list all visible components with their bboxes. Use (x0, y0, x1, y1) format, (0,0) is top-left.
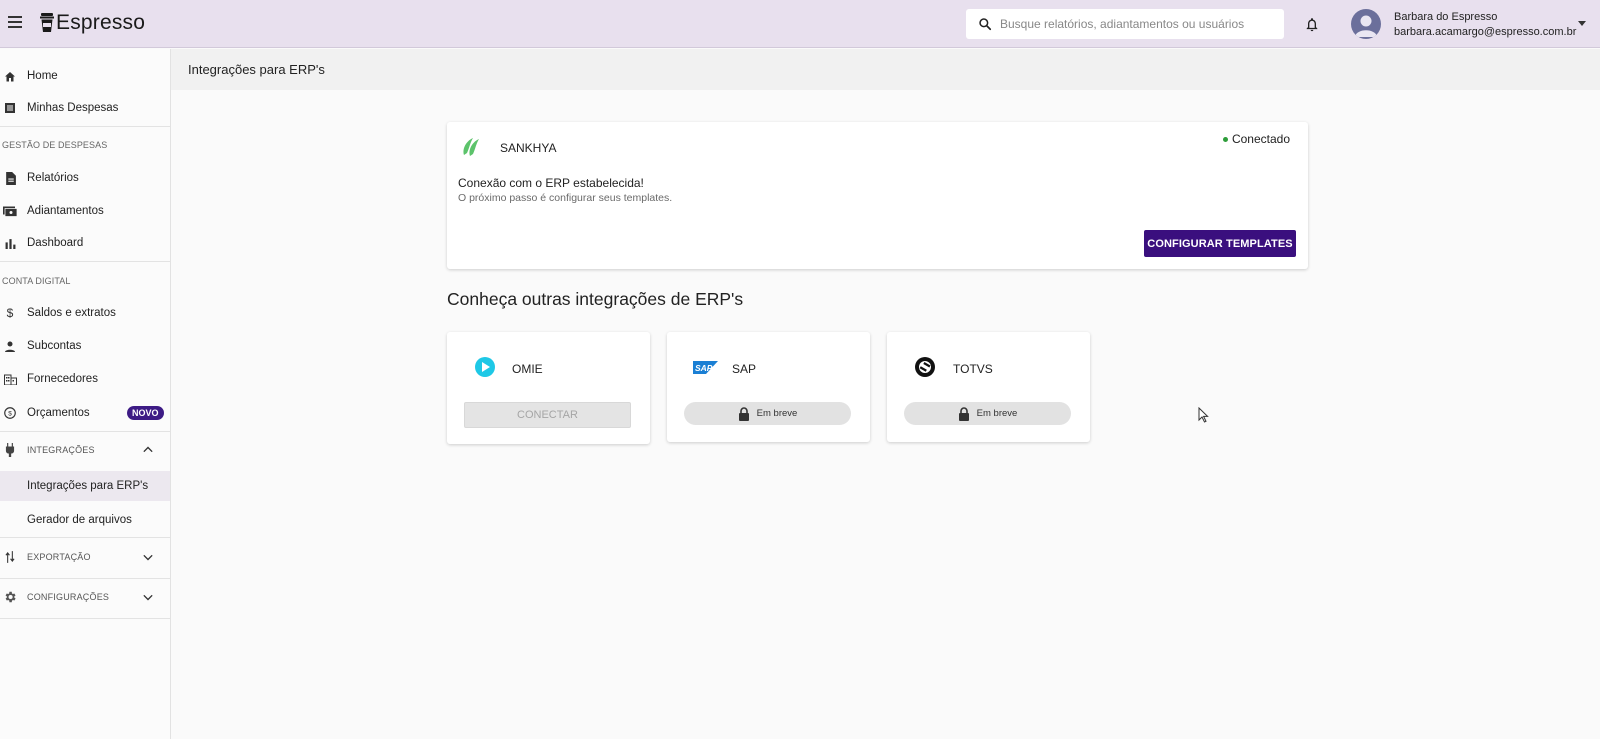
connection-message: Conexão com o ERP estabelecida! (458, 176, 644, 190)
new-badge: NOVO (127, 406, 164, 420)
erp-name: TOTVS (953, 362, 993, 376)
chevron-down-icon (143, 594, 153, 601)
divider (0, 126, 170, 127)
divider (0, 618, 170, 619)
search-bar[interactable] (966, 9, 1284, 39)
sidebar-item-home[interactable]: Home (0, 61, 170, 91)
sidebar-item-label: Minhas Despesas (27, 102, 119, 114)
page-title: Integrações para ERP's (188, 62, 325, 77)
status-text: Conectado (1231, 132, 1290, 146)
top-bar: Espresso Barbara do Espresso barbara.aca… (0, 0, 1600, 48)
gear-icon (3, 590, 17, 604)
status-dot-icon (1222, 136, 1228, 142)
user-info[interactable]: Barbara do Espresso barbara.acamargo@esp… (1394, 10, 1576, 40)
cash-icon (3, 204, 17, 218)
app-logo[interactable]: Espresso (40, 11, 145, 35)
omie-logo-icon (475, 357, 495, 377)
erp-name: SANKHYA (500, 141, 557, 155)
connection-status: Conectado (1222, 132, 1290, 146)
sidebar-item-dashboard[interactable]: Dashboard (0, 228, 170, 258)
sidebar: Home Minhas Despesas GESTÃO DE DESPESAS … (0, 49, 171, 739)
sidebar-item-orcamentos[interactable]: $ Orçamentos NOVO (0, 398, 170, 428)
page-header: Integrações para ERP's (171, 49, 1600, 90)
dollar-icon: $ (6, 306, 14, 320)
connect-button[interactable]: CONECTAR (464, 402, 631, 428)
coming-soon-button[interactable]: Em breve (904, 402, 1071, 425)
menu-icon[interactable] (8, 16, 22, 28)
swap-vertical-icon (3, 550, 17, 564)
configure-templates-button[interactable]: CONFIGURAR TEMPLATES (1144, 230, 1296, 257)
divider (0, 261, 170, 262)
mouse-cursor-icon (1198, 407, 1209, 423)
erp-name: SAP (732, 362, 757, 376)
notifications-bell-icon[interactable] (1304, 16, 1320, 33)
user-avatar[interactable] (1351, 9, 1381, 39)
other-integrations-title: Conheça outras integrações de ERP's (447, 289, 744, 309)
chevron-up-icon (143, 446, 153, 453)
sidebar-item-label: Gerador de arquivos (27, 514, 132, 526)
divider (0, 537, 170, 538)
budget-cycle-icon: $ (3, 406, 17, 420)
sidebar-item-gerador[interactable]: Gerador de arquivos (0, 505, 170, 535)
section-label-conta: CONTA DIGITAL (2, 276, 71, 286)
sidebar-item-label: Subcontas (27, 340, 82, 352)
sidebar-item-fornecedores[interactable]: Fornecedores (0, 364, 170, 394)
connection-subtext: O próximo passo é configurar seus templa… (458, 192, 673, 204)
search-icon (979, 18, 992, 31)
sidebar-group-label: CONFIGURAÇÕES (27, 592, 110, 602)
sidebar-item-label: Integrações para ERP's (27, 480, 149, 492)
svg-text:$: $ (8, 410, 12, 417)
sap-logo-icon: SAP (693, 361, 718, 374)
person-icon (3, 339, 17, 353)
sidebar-item-label: Dashboard (27, 237, 84, 249)
bar-chart-icon (3, 236, 17, 250)
sidebar-item-adiantamentos[interactable]: Adiantamentos (0, 196, 170, 226)
user-menu-caret-icon[interactable] (1578, 21, 1586, 26)
plug-icon (3, 443, 17, 457)
sidebar-group-label: INTEGRAÇÕES (27, 445, 95, 455)
home-icon (3, 69, 17, 83)
search-input[interactable] (1000, 17, 1270, 31)
sidebar-item-integracoes-erp[interactable]: Integrações para ERP's (0, 471, 170, 501)
sidebar-item-relatorios[interactable]: Relatórios (0, 163, 170, 193)
sidebar-group-integracoes[interactable]: INTEGRAÇÕES (0, 435, 170, 465)
lock-icon (958, 406, 969, 421)
sidebar-item-saldos[interactable]: $ Saldos e extratos (0, 298, 170, 328)
svg-text:SAP: SAP (695, 363, 713, 373)
divider (0, 578, 170, 579)
document-icon (3, 171, 17, 185)
sidebar-item-label: Relatórios (27, 172, 79, 184)
sidebar-item-minhas-despesas[interactable]: Minhas Despesas (0, 93, 170, 123)
sidebar-item-subcontas[interactable]: Subcontas (0, 331, 170, 361)
sidebar-item-label: Saldos e extratos (27, 307, 116, 319)
sidebar-group-label: EXPORTAÇÃO (27, 552, 91, 562)
sidebar-item-label: Orçamentos (27, 407, 90, 419)
sidebar-group-exportacao[interactable]: EXPORTAÇÃO (0, 542, 170, 572)
erp-name: OMIE (512, 362, 543, 376)
chevron-down-icon (143, 554, 153, 561)
totvs-logo-icon (915, 357, 935, 377)
erp-card-omie: OMIE CONECTAR (447, 332, 650, 444)
erp-card-totvs: TOTVS Em breve (887, 332, 1090, 442)
section-label-gestao: GESTÃO DE DESPESAS (2, 140, 108, 150)
connected-erp-card: SANKHYA Conectado Conexão com o ERP esta… (447, 122, 1308, 269)
lock-icon (738, 406, 749, 421)
user-name: Barbara do Espresso (1394, 11, 1498, 23)
user-email: barbara.acamargo@espresso.com.br (1394, 26, 1577, 38)
building-icon (3, 372, 17, 386)
sidebar-group-configuracoes[interactable]: CONFIGURAÇÕES (0, 582, 170, 612)
coming-soon-label: Em breve (756, 408, 798, 419)
erp-card-sap: SAP SAP Em breve (667, 332, 870, 442)
list-icon (3, 101, 17, 115)
sankhya-logo-icon (463, 138, 479, 156)
app-name: Espresso (56, 11, 146, 34)
coffee-cup-icon (40, 13, 54, 32)
divider (0, 431, 170, 432)
person-icon (1355, 15, 1377, 37)
sidebar-item-label: Fornecedores (27, 373, 98, 385)
sidebar-item-label: Home (27, 70, 58, 82)
coming-soon-label: Em breve (976, 408, 1018, 419)
sidebar-item-label: Adiantamentos (27, 205, 104, 217)
coming-soon-button[interactable]: Em breve (684, 402, 851, 425)
